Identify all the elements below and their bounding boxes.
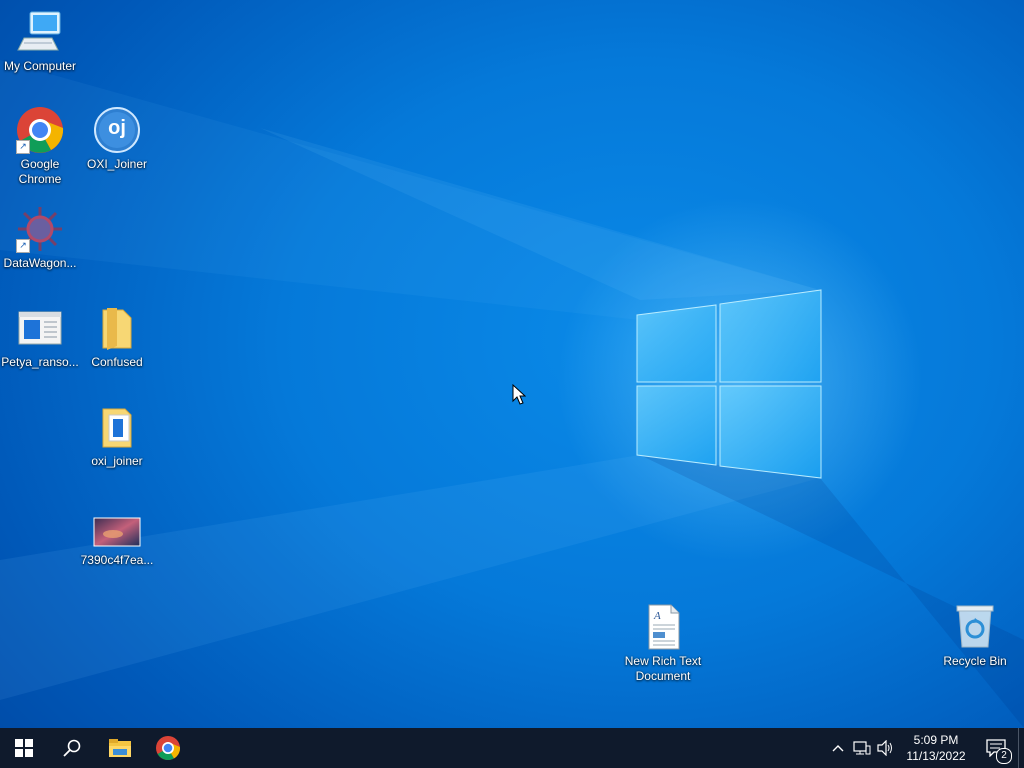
desktop-icon-label: My Computer	[3, 59, 77, 73]
folder-icon	[93, 304, 141, 352]
desktop-icon-label: Recycle Bin	[943, 654, 1007, 668]
taskbar: 5:09 PM 11/13/2022 2	[0, 728, 1024, 768]
desktop-icon-label: Petya_ranso...	[1, 355, 79, 369]
desktop-icon-label: Confused	[91, 355, 143, 369]
chrome-icon: ↗	[16, 106, 64, 154]
speaker-icon	[877, 740, 892, 756]
desktop-icon-label: 7390c4f7ea...	[80, 553, 154, 567]
desktop-icon-recycle-bin[interactable]: Recycle Bin	[935, 603, 1015, 669]
start-button[interactable]	[0, 728, 48, 768]
svg-text:A: A	[653, 610, 661, 622]
desktop-icon-petya[interactable]: Petya_ranso...	[0, 304, 80, 370]
chrome-taskbar-button[interactable]	[144, 728, 192, 768]
show-hidden-icons-button[interactable]	[826, 728, 850, 768]
desktop-icon-label: New Rich Text Document	[624, 654, 702, 683]
chrome-icon	[156, 736, 181, 761]
file-explorer-icon	[109, 739, 131, 757]
desktop-icon-image-file[interactable]: 7390c4f7ea...	[77, 502, 157, 568]
desktop-icon-google-chrome[interactable]: ↗ Google Chrome	[0, 106, 80, 187]
clock-time: 5:09 PM	[913, 733, 959, 747]
notification-count-badge: 2	[996, 748, 1012, 764]
network-button[interactable]	[850, 728, 874, 768]
file-explorer-button[interactable]	[96, 728, 144, 768]
mouse-pointer-icon	[512, 384, 526, 405]
show-desktop-button[interactable]	[1018, 728, 1024, 768]
datawagon-icon: ↗	[16, 205, 64, 253]
desktop-icon-oxi-joiner-app[interactable]: oj OXI_Joiner	[77, 106, 157, 172]
desktop-icon-rich-text-document[interactable]: A New Rich Text Document	[623, 603, 703, 684]
wallpaper-windows-logo	[636, 289, 822, 479]
rich-text-document-icon: A	[639, 603, 687, 651]
clock-date: 11/13/2022	[906, 749, 966, 763]
oxi-joiner-icon: oj	[93, 106, 141, 154]
desktop-wallpaper[interactable]: My Computer ↗ Google Chrome oj OXI_Joine…	[0, 0, 1024, 728]
desktop-icon-label: DataWagon...	[3, 256, 77, 270]
desktop-icon-label: oxi_joiner	[91, 454, 143, 468]
application-window-icon	[16, 304, 64, 352]
chevron-up-icon	[832, 745, 844, 752]
shortcut-arrow-icon: ↗	[16, 140, 30, 154]
network-icon	[853, 741, 871, 755]
oxi-joiner-glyph: oj	[108, 117, 126, 139]
desktop-icon-my-computer[interactable]: My Computer	[0, 8, 80, 74]
taskbar-clock[interactable]: 5:09 PM 11/13/2022	[898, 732, 974, 764]
desktop-icon-confused[interactable]: Confused	[77, 304, 157, 370]
system-tray: 5:09 PM 11/13/2022 2	[826, 728, 1024, 768]
windows-start-icon	[15, 739, 33, 757]
search-button[interactable]	[48, 728, 96, 768]
desktop-icon-label: Google Chrome	[18, 157, 62, 186]
folder-icon	[93, 403, 141, 451]
image-thumbnail-icon	[93, 502, 141, 550]
recycle-bin-icon	[951, 603, 999, 651]
search-icon	[63, 739, 81, 757]
desktop-icon-datawagon[interactable]: ↗ DataWagon...	[0, 205, 80, 271]
desktop-icon-label: OXI_Joiner	[86, 157, 148, 171]
shortcut-arrow-icon: ↗	[16, 239, 30, 253]
computer-icon	[16, 8, 64, 56]
desktop-icon-oxi-joiner-folder[interactable]: oxi_joiner	[77, 403, 157, 469]
action-center-button[interactable]: 2	[974, 728, 1018, 768]
volume-button[interactable]	[874, 728, 898, 768]
